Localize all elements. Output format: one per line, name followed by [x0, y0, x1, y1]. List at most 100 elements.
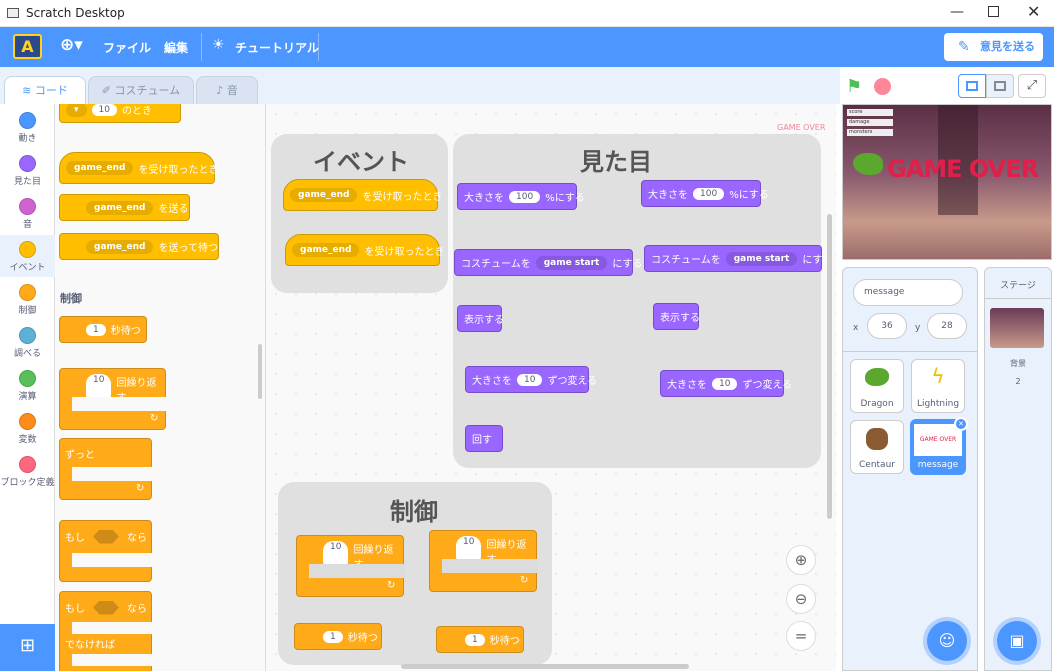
switch-costume-block[interactable]: コスチュームを game start にする — [644, 245, 832, 272]
wait-block[interactable]: 1 秒待つ — [294, 623, 382, 650]
zoom-in-icon[interactable]: ⊕ — [786, 545, 816, 575]
dropdown: ▾ — [66, 104, 87, 117]
palette-scrollbar[interactable] — [258, 344, 262, 399]
palette-wait-block[interactable]: 1 秒待つ — [59, 316, 147, 343]
stage-selector-pane[interactable]: ステージ 背景 2 ▣ — [984, 267, 1052, 671]
close-icon[interactable]: ✕ — [1027, 2, 1040, 21]
change-size-block[interactable]: 大きさを 10 ずつ変える — [660, 370, 792, 397]
edit-menu[interactable]: 編集 — [164, 39, 188, 56]
block-label: %にする — [545, 193, 585, 204]
category-label: ブロック定義 — [0, 478, 55, 488]
tab-costumes-label: コスチューム — [114, 84, 181, 97]
palette-repeat-block[interactable]: 10回繰り返す ↻ — [59, 368, 167, 430]
repeat-block[interactable]: 10回繰り返す ↻ — [429, 530, 538, 592]
extension-icon: ⊞ — [19, 635, 36, 656]
block-label: にする — [612, 259, 643, 270]
repeat-block[interactable]: 10回繰り返す ↻ — [296, 535, 405, 597]
sprite-tile-centaur[interactable]: Centaur — [850, 420, 904, 474]
monsters-monitor: monsters — [847, 129, 893, 136]
maximize-icon[interactable] — [988, 6, 999, 17]
sprite-tile-dragon[interactable]: Dragon — [850, 359, 904, 413]
app-logo[interactable]: A — [13, 34, 42, 59]
menu-bar: A ⊕▾ ファイル 編集 ☀ チュートリアル ✎ 意見を送る — [0, 27, 1054, 67]
small-stage-button[interactable] — [958, 74, 986, 98]
window-titlebar: Scratch Desktop — ✕ — [0, 0, 1054, 27]
category-sound[interactable]: 音 — [0, 192, 55, 234]
category-control[interactable]: 制御 — [0, 278, 55, 320]
c-slot — [72, 654, 153, 666]
code-workspace[interactable]: GAME OVER イベント game_end を受け取ったとき game_end… — [266, 104, 836, 671]
palette-when-receive-block[interactable]: game_end を受け取ったとき — [59, 152, 218, 184]
category-label: イベント — [9, 263, 46, 273]
tab-sounds[interactable]: ♪ 音 — [196, 76, 258, 105]
looks-dot-icon — [19, 155, 36, 172]
language-globe-icon[interactable]: ⊕▾ — [60, 35, 83, 55]
feedback-button[interactable]: ✎ 意見を送る — [944, 33, 1043, 61]
message-dropdown: game_end — [86, 239, 154, 254]
y-input[interactable]: 28 — [927, 313, 967, 339]
palette-if-block[interactable]: もし なら — [59, 520, 153, 582]
category-operators[interactable]: 演算 — [0, 364, 55, 406]
tab-code[interactable]: ≋ コード — [4, 76, 86, 106]
set-size-block[interactable]: 大きさを 100 %にする — [641, 180, 769, 207]
backdrop-thumbnail — [990, 308, 1044, 348]
set-size-block[interactable]: 大きさを 100 %にする — [457, 183, 585, 210]
show-block[interactable]: 表示する — [653, 303, 700, 330]
stop-icon[interactable] — [874, 78, 891, 95]
zoom-reset-icon[interactable]: = — [786, 621, 816, 651]
when-receive-block[interactable]: game_end を受け取ったとき — [285, 234, 444, 266]
block-label: %にする — [729, 190, 769, 201]
delete-sprite-icon[interactable]: ✕ — [954, 417, 968, 431]
category-variables[interactable]: 変数 — [0, 407, 55, 449]
zoom-out-icon[interactable]: ⊖ — [786, 584, 816, 614]
add-extension-button[interactable]: ⊞ — [0, 624, 55, 671]
palette-control-heading: 制御 — [60, 292, 82, 305]
tutorials-menu[interactable]: チュートリアル — [235, 39, 319, 56]
palette-broadcast-wait-block[interactable]: game_end を送って待つ — [59, 233, 219, 260]
add-sprite-button[interactable]: ☺ — [927, 621, 967, 661]
minimize-icon[interactable]: — — [950, 4, 964, 20]
block-label: を送って待つ — [158, 243, 218, 254]
tab-sounds-label: 音 — [226, 84, 238, 97]
add-backdrop-button[interactable]: ▣ — [997, 621, 1037, 661]
sprite-tile-lightning[interactable]: ϟ Lightning — [911, 359, 965, 413]
category-looks[interactable]: 見た目 — [0, 149, 55, 191]
app-icon — [7, 8, 19, 18]
costume-dropdown: game start — [535, 255, 608, 270]
large-stage-button[interactable] — [986, 74, 1014, 98]
c-slot — [442, 559, 538, 573]
tab-costumes[interactable]: ✐ コスチューム — [88, 76, 194, 105]
switch-costume-block[interactable]: コスチュームを game start にする — [454, 249, 642, 276]
block-label: もし — [65, 533, 85, 544]
sprite-name: Dragon — [860, 399, 894, 409]
block-label: のとき — [121, 106, 152, 117]
palette-broadcast-block[interactable]: game_end を送る — [59, 194, 190, 221]
category-my-blocks[interactable]: ブロック定義 — [0, 450, 55, 500]
fullscreen-icon[interactable]: ⤢ — [1018, 74, 1046, 98]
block-label: 大きさを — [464, 193, 504, 204]
file-menu[interactable]: ファイル — [103, 39, 151, 56]
sprite-name-input[interactable]: message — [853, 279, 963, 306]
category-events[interactable]: イベント — [0, 235, 55, 277]
category-sensing[interactable]: 調べる — [0, 321, 55, 363]
category-motion[interactable]: 動き — [0, 106, 55, 148]
workspace-vertical-scrollbar[interactable] — [827, 214, 832, 519]
wait-block[interactable]: 1 秒待つ — [436, 626, 524, 653]
when-receive-block[interactable]: game_end を受け取ったとき — [283, 179, 442, 211]
palette-forever-block[interactable]: ずっと ↻ — [59, 438, 153, 500]
message-dropdown: game_end — [86, 200, 154, 215]
category-label: 変数 — [18, 435, 37, 445]
block-label: 大きさを — [667, 380, 707, 391]
workspace-horizontal-scrollbar[interactable] — [401, 664, 689, 669]
show-block[interactable]: 表示する — [457, 305, 504, 332]
palette-if-else-block[interactable]: もし なら でなければ — [59, 591, 153, 671]
sprite-tile-message[interactable]: GAME OVER message ✕ — [910, 417, 968, 475]
message-thumbnail: GAME OVER — [914, 424, 962, 456]
x-input[interactable]: 36 — [867, 313, 907, 339]
stage-canvas[interactable]: score damage monsters GAME OVER — [842, 104, 1052, 260]
green-flag-icon[interactable]: ⚑ — [846, 76, 862, 97]
palette-when-loudness-block[interactable]: ▾ 10 のとき — [59, 104, 181, 123]
block-label: なら — [127, 533, 147, 544]
change-size-block[interactable]: 大きさを 10 ずつ変える — [465, 366, 597, 393]
turn-block[interactable]: 回す — [465, 425, 503, 452]
